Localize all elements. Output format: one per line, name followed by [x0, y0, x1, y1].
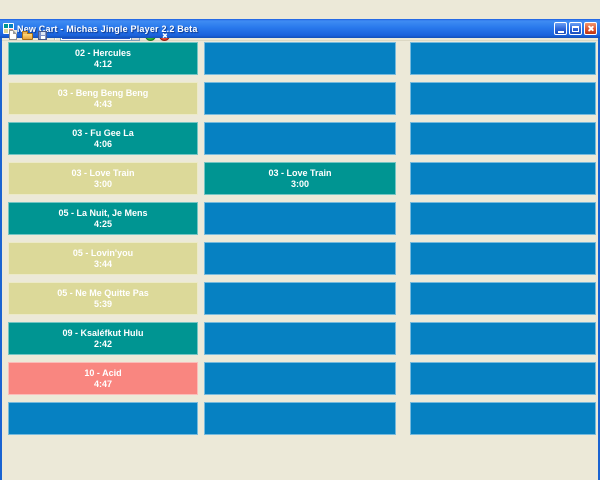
cart-cell-empty[interactable] [204, 42, 396, 75]
cart-cell-duration: 3:00 [94, 179, 112, 190]
cart-cell-empty[interactable] [204, 322, 396, 355]
cart-cell-duration: 4:47 [94, 379, 112, 390]
cart-cell-empty[interactable] [410, 322, 596, 355]
save-floppy-icon [38, 31, 47, 40]
cart-cell-title: 05 - La Nuit, Je Mens [58, 208, 147, 219]
minimize-icon [558, 31, 564, 33]
cart-cell-title: 03 - Love Train [268, 168, 331, 179]
cart-cell-title: 10 - Acid [84, 368, 121, 379]
cart-cell[interactable]: 09 - Ksaléfkut Hulu2:42 [8, 322, 198, 355]
cart-cell[interactable]: 10 - Acid4:47 [8, 362, 198, 395]
cart-cell-empty[interactable] [204, 202, 396, 235]
cart-cell-title: 05 - Lovin'you [73, 248, 133, 259]
cart-cell[interactable]: 05 - Lovin'you3:44 [8, 242, 198, 275]
window-controls [554, 22, 597, 35]
cart-cell-title: 03 - Love Train [71, 168, 134, 179]
cart-grid: 02 - Hercules4:12 03 - Beng Beng Beng4:43… [2, 41, 598, 477]
cart-cell-duration: 5:39 [94, 299, 112, 310]
new-document-icon [9, 30, 17, 40]
cart-cell-duration: 4:12 [94, 59, 112, 70]
cart-cell-empty[interactable] [410, 82, 596, 115]
cart-cell-empty[interactable] [410, 122, 596, 155]
cart-cell-duration: 4:06 [94, 139, 112, 150]
cart-cell-title: 02 - Hercules [75, 48, 131, 59]
cart-cell-empty[interactable] [410, 362, 596, 395]
cart-cell[interactable]: 03 - Fu Gee La4:06 [8, 122, 198, 155]
cart-cell-empty[interactable] [410, 42, 596, 75]
cart-cell[interactable]: 05 - Ne Me Quitte Pas5:39 [8, 282, 198, 315]
cart-cell-empty[interactable] [410, 402, 596, 435]
cart-cell[interactable]: 03 - Love Train3:00 [204, 162, 396, 195]
cart-cell-empty[interactable] [410, 162, 596, 195]
titlebar: New Cart - Michas Jingle Player 2.2 Beta [0, 19, 600, 38]
restore-button[interactable] [569, 22, 582, 35]
close-icon [587, 25, 594, 32]
window-title: New Cart - Michas Jingle Player 2.2 Beta [17, 24, 554, 34]
app-window: New Cart - Michas Jingle Player 2.2 Beta… [0, 19, 600, 480]
delete-x-icon [162, 32, 168, 38]
cart-cell-title: 03 - Fu Gee La [72, 128, 134, 139]
restore-icon [572, 26, 579, 32]
cart-cell-empty[interactable] [8, 402, 198, 435]
cart-cell-empty[interactable] [204, 362, 396, 395]
cart-cell-empty[interactable] [410, 282, 596, 315]
cart-cell-title: 05 - Ne Me Quitte Pas [57, 288, 149, 299]
open-folder-icon [22, 33, 33, 40]
cart-cell-empty[interactable] [204, 122, 396, 155]
cart-cell-empty[interactable] [410, 242, 596, 275]
cart-cell-title: 03 - Beng Beng Beng [58, 88, 149, 99]
cart-cell[interactable]: 02 - Hercules4:12 [8, 42, 198, 75]
cart-cell-duration: 3:44 [94, 259, 112, 270]
cart-cell-title: 09 - Ksaléfkut Hulu [62, 328, 143, 339]
cart-cell[interactable]: 03 - Beng Beng Beng4:43 [8, 82, 198, 115]
minimize-button[interactable] [554, 22, 567, 35]
cart-cell-duration: 4:43 [94, 99, 112, 110]
close-button[interactable] [584, 22, 597, 35]
cart-cell-empty[interactable] [204, 402, 396, 435]
cart-cell-duration: 4:25 [94, 219, 112, 230]
cart-cell-duration: 3:00 [291, 179, 309, 190]
cart-cell[interactable]: 05 - La Nuit, Je Mens4:25 [8, 202, 198, 235]
cart-cell-empty[interactable] [204, 82, 396, 115]
cart-cell-empty[interactable] [204, 242, 396, 275]
cart-cell-empty[interactable] [204, 282, 396, 315]
cart-cell[interactable]: 03 - Love Train3:00 [8, 162, 198, 195]
cart-cell-empty[interactable] [410, 202, 596, 235]
cart-cell-duration: 2:42 [94, 339, 112, 350]
